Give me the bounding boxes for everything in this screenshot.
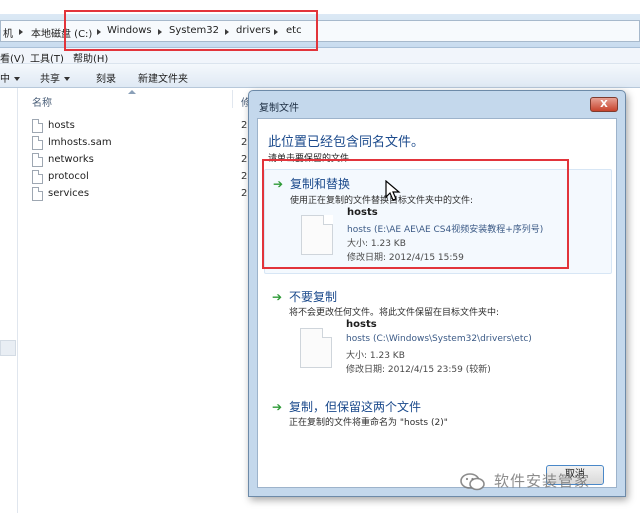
file-row-networks[interactable]: networks <box>32 152 232 168</box>
breadcrumb-separator-icon[interactable] <box>225 29 229 35</box>
watermark-text: 软件安装管家 <box>494 472 591 490</box>
new-folder-button[interactable]: 新建文件夹 <box>138 70 188 85</box>
dialog-heading: 此位置已经包含同名文件。 <box>268 135 425 150</box>
address-bar[interactable]: 机 本地磁盘 (C:) Windows System32 drivers etc <box>0 20 640 42</box>
breadcrumb-separator-icon[interactable] <box>19 29 23 35</box>
file-size: 大小: 1.23 KB <box>346 351 405 361</box>
option-description: 使用正在复制的文件替换目标文件夹中的文件: <box>290 196 474 206</box>
file-date: 2 <box>241 154 248 165</box>
menu-view[interactable]: 看(V) <box>0 50 25 65</box>
menu-tools[interactable]: 工具(T) <box>30 50 64 65</box>
arrow-right-icon: ➔ <box>272 290 283 304</box>
arrow-right-icon: ➔ <box>272 400 283 414</box>
sort-ascending-icon <box>128 90 136 94</box>
file-icon <box>32 153 43 167</box>
file-modified-date: 修改日期: 2012/4/15 15:59 <box>347 253 464 263</box>
file-name: hosts <box>48 120 75 131</box>
chevron-down-icon <box>64 77 70 81</box>
menu-bar: 看(V) 工具(T) 帮助(H) <box>0 48 640 65</box>
file-icon <box>32 136 43 150</box>
option-copy-and-replace[interactable]: ➔ 复制和替换 使用正在复制的文件替换目标文件夹中的文件: hosts host… <box>264 169 612 274</box>
file-name: hosts <box>346 319 377 330</box>
option-title: 复制，但保留这两个文件 <box>289 400 422 414</box>
file-path: hosts (C:\Windows\System32\drivers\etc) <box>346 334 532 344</box>
copy-file-dialog: 复制文件 X 此位置已经包含同名文件。 请单击要保留的文件 ➔ 复制和替换 使用… <box>248 90 626 497</box>
file-name: hosts <box>347 207 378 218</box>
dialog-subheading: 请单击要保留的文件 <box>268 154 350 164</box>
mouse-cursor-icon <box>385 180 401 201</box>
option-description: 正在复制的文件将重命名为 "hosts (2)" <box>289 418 448 428</box>
file-date: 2 <box>241 188 248 199</box>
column-divider[interactable] <box>232 90 233 108</box>
toolbar-label: 中 <box>0 74 10 85</box>
breadcrumb-system32[interactable]: System32 <box>169 25 219 36</box>
share-button[interactable]: 共享 <box>40 70 70 85</box>
dialog-content: 此位置已经包含同名文件。 请单击要保留的文件 ➔ 复制和替换 使用正在复制的文件… <box>257 118 617 488</box>
file-date: 2 <box>241 137 248 148</box>
close-button[interactable]: X <box>590 97 618 112</box>
menu-help[interactable]: 帮助(H) <box>73 50 108 65</box>
dialog-title: 复制文件 <box>259 103 299 114</box>
option-title: 不要复制 <box>289 290 338 304</box>
close-icon: X <box>600 99 608 110</box>
file-row-protocol[interactable]: protocol <box>32 169 232 185</box>
column-header-name[interactable]: 名称 <box>32 94 52 109</box>
breadcrumb-etc[interactable]: etc <box>286 25 302 36</box>
breadcrumb-drivers[interactable]: drivers <box>236 25 271 36</box>
file-row-hosts[interactable]: hosts <box>32 118 232 134</box>
file-icon <box>300 328 332 368</box>
breadcrumb-windows[interactable]: Windows <box>107 25 152 36</box>
include-in-library-button[interactable]: 中 <box>0 70 20 85</box>
file-icon <box>32 170 43 184</box>
file-date: 2 <box>241 171 248 182</box>
file-icon <box>301 215 333 255</box>
navigation-pane[interactable] <box>0 88 18 513</box>
chevron-down-icon <box>14 77 20 81</box>
option-keep-both[interactable]: ➔ 复制，但保留这两个文件 正在复制的文件将重命名为 "hosts (2)" <box>264 393 612 433</box>
file-icon <box>32 187 43 201</box>
file-icon <box>32 119 43 133</box>
file-name: networks <box>48 154 94 165</box>
option-title: 复制和替换 <box>290 177 351 191</box>
command-toolbar: 中 共享 刻录 新建文件夹 <box>0 64 640 88</box>
burn-button[interactable]: 刻录 <box>96 70 116 85</box>
navigation-selected-item[interactable] <box>0 340 16 356</box>
breadcrumb-separator-icon[interactable] <box>97 29 101 35</box>
file-path: hosts (E:\AE AE\AE CS4视频安装教程+序列号) <box>347 225 544 235</box>
arrow-right-icon: ➔ <box>273 177 284 191</box>
file-size: 大小: 1.23 KB <box>347 239 406 249</box>
address-bar-area: 机 本地磁盘 (C:) Windows System32 drivers etc <box>0 14 640 48</box>
file-date: 2 <box>241 120 248 131</box>
option-do-not-copy[interactable]: ➔ 不要复制 将不会更改任何文件。将此文件保留在目标文件夹中: hosts ho… <box>264 283 612 388</box>
file-modified-date: 修改日期: 2012/4/15 23:59 (较新) <box>346 365 491 375</box>
toolbar-label: 共享 <box>40 74 60 85</box>
wechat-logo-icon <box>460 473 485 491</box>
file-row-lmhosts[interactable]: lmhosts.sam <box>32 135 232 151</box>
breadcrumb-separator-icon[interactable] <box>158 29 162 35</box>
option-description: 将不会更改任何文件。将此文件保留在目标文件夹中: <box>289 308 500 318</box>
file-name: services <box>48 188 90 199</box>
breadcrumb-local-disk[interactable]: 本地磁盘 (C:) <box>31 25 92 40</box>
breadcrumb-separator-icon[interactable] <box>274 29 278 35</box>
file-name: lmhosts.sam <box>48 137 112 148</box>
file-name: protocol <box>48 171 89 182</box>
file-row-services[interactable]: services <box>32 186 232 202</box>
breadcrumb-computer[interactable]: 机 <box>3 25 13 40</box>
